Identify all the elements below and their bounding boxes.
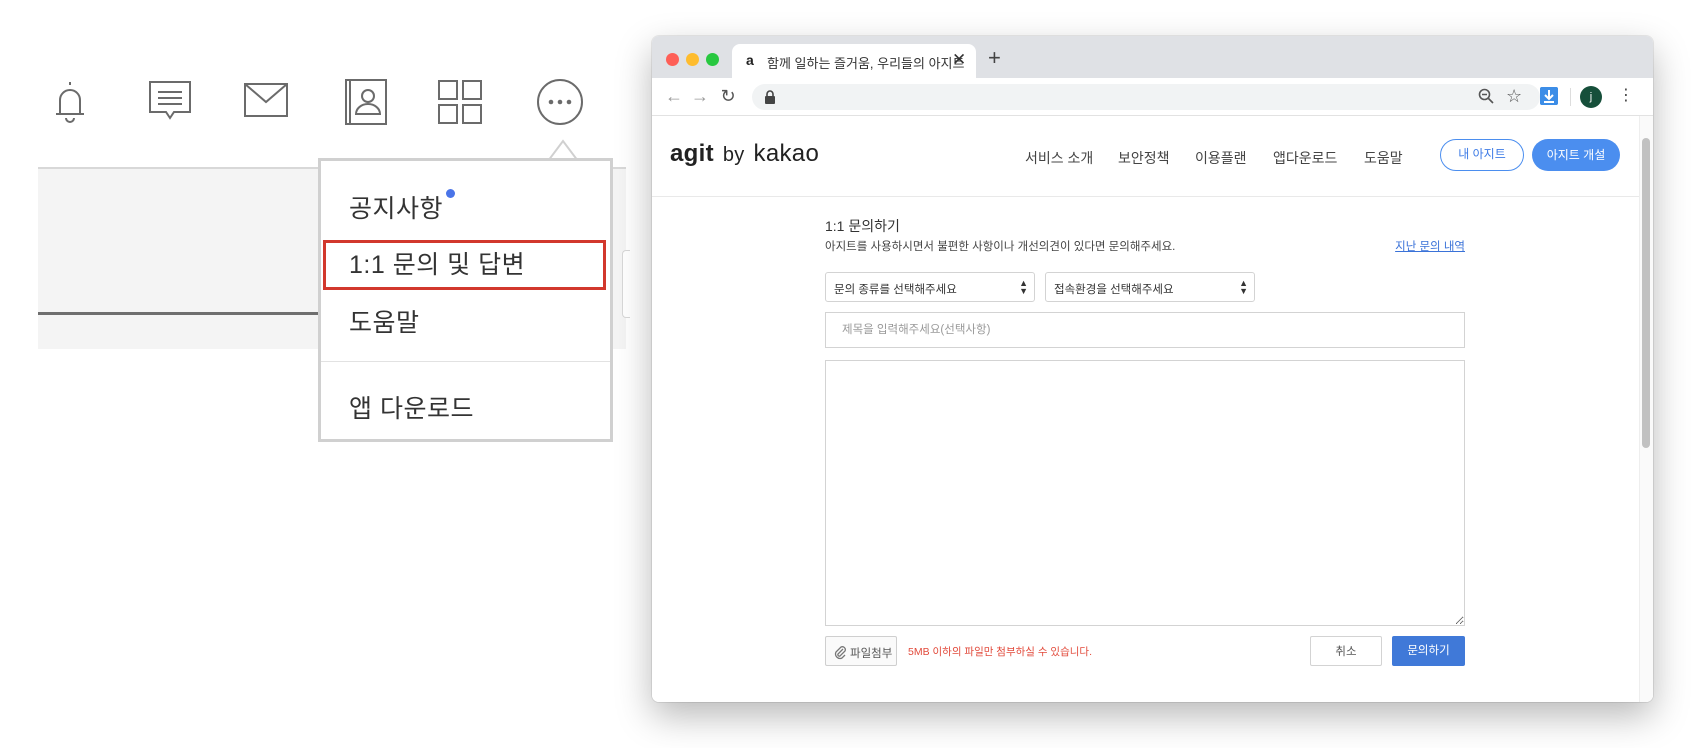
logo-kakao: kakao bbox=[753, 140, 820, 167]
reload-button[interactable]: ↻ bbox=[718, 86, 738, 106]
browser-menu-icon[interactable]: ⋮ bbox=[1618, 86, 1634, 106]
grid-icon[interactable] bbox=[436, 78, 484, 126]
address-bar[interactable] bbox=[752, 84, 1540, 110]
my-agit-button[interactable]: 내 아지트 bbox=[1440, 139, 1524, 171]
background-card-edge bbox=[622, 250, 630, 318]
highlight-box bbox=[323, 240, 606, 290]
more-icon[interactable] bbox=[536, 78, 584, 126]
cancel-button[interactable]: 취소 bbox=[1310, 636, 1382, 666]
environment-value: 접속환경을 선택해주세요 bbox=[1054, 284, 1174, 296]
new-tab-button[interactable]: + bbox=[988, 45, 1001, 71]
favicon-icon: a bbox=[746, 52, 754, 68]
download-extension-icon[interactable] bbox=[1540, 87, 1558, 105]
nav-plans[interactable]: 이용플랜 bbox=[1195, 148, 1247, 168]
scrollbar-track[interactable] bbox=[1639, 116, 1653, 702]
menu-item-app-download[interactable]: 앱 다운로드 bbox=[349, 389, 474, 425]
tab-close-icon[interactable]: ✕ bbox=[952, 50, 966, 70]
back-button[interactable]: ← bbox=[664, 86, 684, 106]
menu-divider bbox=[321, 361, 610, 362]
subject-input[interactable] bbox=[825, 312, 1465, 348]
environment-select[interactable]: 접속환경을 선택해주세요 ▲ ▼ bbox=[1045, 272, 1255, 302]
tab-strip: a 함께 일하는 즐거움, 우리들의 아지트 ✕ + bbox=[652, 36, 1653, 78]
forward-button[interactable]: → bbox=[690, 86, 710, 106]
zoom-icon[interactable] bbox=[1478, 88, 1494, 104]
site-header: agit by kakao 서비스 소개 보안정책 이용플랜 앱다운로드 도움말… bbox=[652, 116, 1639, 197]
new-badge-dot bbox=[446, 189, 456, 198]
menu-item-help[interactable]: 도움말 bbox=[349, 303, 420, 339]
menu-item-notice[interactable]: 공지사항 bbox=[349, 189, 456, 225]
menu-item-notice-label: 공지사항 bbox=[349, 195, 444, 223]
select-arrows-icon: ▲ ▼ bbox=[1019, 278, 1028, 296]
window-maximize-button[interactable] bbox=[706, 53, 719, 66]
lock-icon bbox=[765, 90, 775, 104]
browser-toolbar: ← → ↻ ☆ j ⋮ bbox=[652, 78, 1653, 116]
agit-logo[interactable]: agit by kakao bbox=[670, 140, 819, 168]
mail-icon[interactable] bbox=[242, 78, 290, 126]
nav-service-intro[interactable]: 서비스 소개 bbox=[1025, 148, 1093, 168]
select-arrows-icon: ▲ ▼ bbox=[1239, 278, 1248, 296]
scrollbar-thumb[interactable] bbox=[1642, 138, 1650, 448]
form-description: 아지트를 사용하시면서 불편한 사항이나 개선의견이 있다면 문의해주세요. bbox=[825, 241, 1176, 253]
attach-file-button[interactable]: 파일첨부 bbox=[825, 636, 897, 666]
bookmark-star-icon[interactable]: ☆ bbox=[1506, 87, 1522, 105]
left-panel: 공지사항 1:1 문의 및 답변 도움말 앱 다운로드 bbox=[0, 0, 630, 748]
attach-size-notice: 5MB 이하의 파일만 첨부하실 수 있습니다. bbox=[908, 646, 1092, 658]
inquiry-type-select[interactable]: 문의 종류를 선택해주세요 ▲ ▼ bbox=[825, 272, 1035, 302]
tab-title: 함께 일하는 즐거움, 우리들의 아지트 bbox=[767, 56, 965, 71]
form-title: 1:1 문의하기 bbox=[825, 218, 900, 234]
nav-help[interactable]: 도움말 bbox=[1364, 148, 1403, 168]
chat-bubble-icon[interactable] bbox=[146, 78, 194, 126]
profile-avatar[interactable]: j bbox=[1580, 86, 1602, 108]
logo-agit: agit bbox=[670, 140, 714, 167]
nav-app-download[interactable]: 앱다운로드 bbox=[1273, 148, 1337, 168]
past-inquiries-link[interactable]: 지난 문의 내역 bbox=[1395, 238, 1465, 254]
attach-file-label: 파일첨부 bbox=[850, 648, 893, 660]
submit-inquiry-button[interactable]: 문의하기 bbox=[1392, 636, 1465, 666]
inquiry-body-textarea[interactable] bbox=[825, 360, 1465, 626]
icon-bar bbox=[46, 78, 606, 130]
page-content: agit by kakao 서비스 소개 보안정책 이용플랜 앱다운로드 도움말… bbox=[652, 116, 1653, 702]
open-agit-button[interactable]: 아지트 개설 bbox=[1532, 139, 1620, 171]
more-dropdown-menu: 공지사항 1:1 문의 및 답변 도움말 앱 다운로드 bbox=[318, 158, 613, 442]
active-indicator bbox=[38, 312, 320, 315]
contact-card-icon[interactable] bbox=[342, 78, 390, 126]
toolbar-separator bbox=[1570, 88, 1571, 106]
inquiry-type-value: 문의 종류를 선택해주세요 bbox=[834, 284, 957, 296]
logo-by: by bbox=[722, 144, 745, 166]
bell-icon[interactable] bbox=[46, 78, 94, 126]
window-minimize-button[interactable] bbox=[686, 53, 699, 66]
browser-tab[interactable]: a 함께 일하는 즐거움, 우리들의 아지트 ✕ bbox=[732, 44, 976, 78]
browser-window: a 함께 일하는 즐거움, 우리들의 아지트 ✕ + ← → ↻ ☆ j ⋮ a… bbox=[652, 36, 1653, 702]
nav-security[interactable]: 보안정책 bbox=[1118, 148, 1170, 168]
window-close-button[interactable] bbox=[666, 53, 679, 66]
paperclip-icon bbox=[834, 646, 846, 660]
